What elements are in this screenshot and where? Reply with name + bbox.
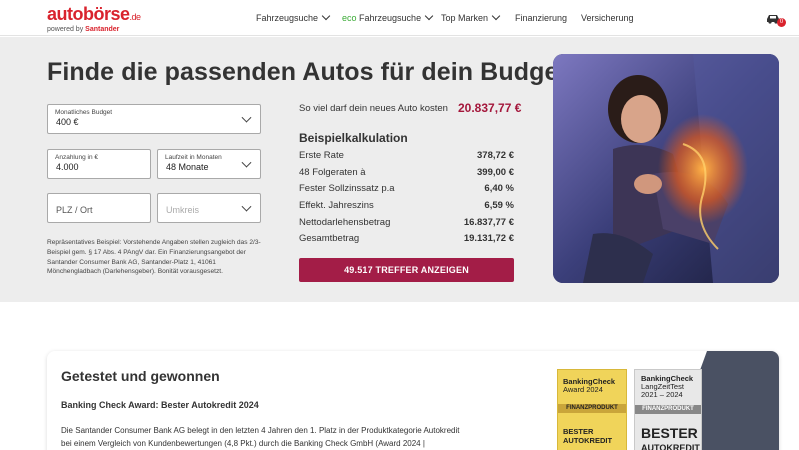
field-placeholder: Umkreis [166,205,199,215]
budget-label: So viel darf dein neues Auto kosten [299,103,448,114]
award-subtitle: Banking Check Award: Bester Autokredit 2… [61,400,259,410]
logo-text: autobörse [47,4,130,24]
calc-label: Effekt. Jahreszins [299,200,374,211]
autoboerse-logo[interactable]: autobörse.de powered by Santander [47,5,141,34]
calc-value: 16.837,77 € [463,217,514,228]
show-results-button[interactable]: 49.517 TREFFER ANZEIGEN [299,258,514,282]
calc-label: 48 Folgeraten à [299,167,366,178]
badge-band: FINANZPRODUKT [558,404,626,413]
location-input[interactable]: PLZ / Ort [47,193,151,223]
nav-finanzierung[interactable]: Finanzierung [515,0,567,36]
nav-fahrzeugsuche[interactable]: Fahrzeugsuche [256,0,331,36]
award-description: Die Santander Consumer Bank AG belegt in… [61,426,460,448]
nav-eco-fahrzeugsuche[interactable]: eco Fahrzeugsuche [342,0,434,36]
parked-count-badge: 0 [777,18,786,27]
calc-row: Nettodarlehensbetrag 16.837,77 € [299,217,514,228]
badge-year: Award 2024 [563,385,603,394]
chevron-down-icon [321,11,331,21]
hero-photo [553,54,779,283]
logo-powered-by: powered by [47,26,84,33]
badge-years: 2021 – 2024 [641,390,683,399]
calc-value: 399,00 € [477,167,514,178]
calc-value: 6,59 % [484,200,514,211]
woman-in-car-image [553,54,779,283]
calc-value: 6,40 % [484,183,514,194]
badge-big-text: BESTER [563,427,594,436]
logo-tld: .de [129,12,142,22]
badge-big-text: AUTOKREDIT [641,443,700,450]
monthly-budget-select[interactable]: Monatliches Budget 400 € [47,104,261,134]
nav-label: Fahrzeugsuche [359,13,422,23]
field-value: 4.000 [56,162,79,172]
calc-value: 19.131,72 € [463,233,514,244]
calc-row: 48 Folgeraten à 399,00 € [299,167,514,178]
site-header: autobörse.de powered by Santander Fahrze… [0,0,799,36]
nav-label: Fahrzeugsuche [256,13,319,23]
calculation-title: Beispielkalkulation [299,131,408,145]
field-value: 400 € [56,117,79,127]
eco-label: eco [342,13,357,23]
calc-value: 378,72 € [477,150,514,161]
calc-label: Nettodarlehensbetrag [299,217,391,228]
nav-label: Finanzierung [515,13,568,23]
badge-big-text: BESTER [641,425,698,441]
page-title: Finde die passenden Autos für dein Budge… [47,58,567,86]
calc-row: Effekt. Jahreszins 6,59 % [299,200,514,211]
chevron-down-icon [241,157,252,168]
santander-brand: Santander [85,26,120,33]
field-value: 48 Monate [166,162,209,172]
chevron-down-icon [424,11,434,21]
down-payment-input[interactable]: Anzahlung in € 4.000 [47,149,151,179]
calc-row: Fester Sollzinssatz p.a 6,40 % [299,183,514,194]
calc-label: Gesamtbetrag [299,233,360,244]
banking-check-longterm-badge: BankingCheck LangZeitTest 2021 – 2024 FINA… [634,369,702,450]
awards-section-title: Getestet und gewonnen [61,368,220,384]
calc-row: Gesamtbetrag 19.131,72 € [299,233,514,244]
nav-label: Top Marken [441,13,489,23]
calc-label: Erste Rate [299,150,344,161]
banking-check-award-badge: BankingCheck Award 2024 FINANZPRODUKT BES… [557,369,627,450]
badge-big-text: AUTOKREDIT [563,436,613,445]
field-label: Monatliches Budget [55,109,113,116]
field-label: Anzahlung in € [55,154,99,161]
calc-row: Erste Rate 378,72 € [299,150,514,161]
badge-band: FINANZPRODUKT [635,405,701,414]
duration-select[interactable]: Laufzeit in Monaten 48 Monate [157,149,261,179]
chevron-down-icon [491,11,501,21]
field-label: Laufzeit in Monaten [165,154,222,161]
nav-label: Versicherung [581,13,634,23]
budget-value: 20.837,77 € [458,101,522,115]
field-placeholder: PLZ / Ort [56,205,93,215]
nav-top-marken[interactable]: Top Marken [441,0,501,36]
nav-versicherung[interactable]: Versicherung [581,0,634,36]
chevron-down-icon [241,112,252,123]
legal-disclaimer: Repräsentatives Beispiel: Vorstehende An… [47,239,261,276]
radius-select[interactable]: Umkreis [157,193,261,223]
chevron-down-icon [241,201,252,212]
calc-label: Fester Sollzinssatz p.a [299,183,395,194]
